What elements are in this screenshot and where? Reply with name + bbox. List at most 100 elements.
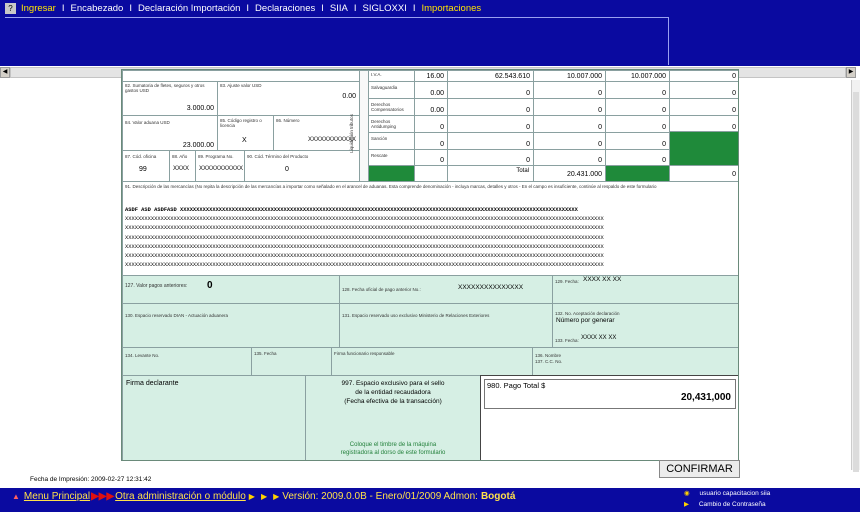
tax-base-value[interactable]: 0: [526, 107, 530, 114]
firma-declarante-label: Firma declarante: [126, 380, 179, 387]
field-133-label: 133. Fecha:: [555, 338, 579, 343]
tax-paid-value[interactable]: 0: [662, 141, 666, 148]
field-83: 83. Ajuste valor USD 0.00: [217, 81, 360, 116]
tax-name-value: Sanción: [371, 136, 388, 141]
description-line: XXXXXXXXXXXXXXXXXXXXXXXXXXXXXXXXXXXXXXXX…: [125, 216, 604, 223]
nav-item-declaraciones[interactable]: Declaraciones: [255, 3, 315, 14]
field-131: 131. Espacio reservado uso exclusivo Min…: [339, 303, 553, 348]
total-payment-box: 980. Pago Total $ 20,431,000: [484, 379, 736, 409]
scroll-right-icon[interactable]: ▶: [846, 67, 856, 78]
tax-paid-value[interactable]: 10.007.000: [631, 73, 666, 80]
tax-base-value[interactable]: 0: [526, 157, 530, 164]
tax-liq-value[interactable]: 0: [598, 124, 602, 131]
tax-other-value[interactable]: 0: [732, 90, 736, 97]
field-84-value[interactable]: 23.000.00: [183, 142, 214, 149]
nav-item-ingresar[interactable]: Ingresar: [21, 3, 56, 14]
field-129-value[interactable]: XXXX XX XX: [583, 276, 621, 283]
tax-name-value: Rescate: [371, 153, 388, 158]
other-module-link[interactable]: Otra administración o módulo: [115, 491, 246, 502]
tax-rate-value[interactable]: 0.00: [430, 107, 444, 114]
field-133-value[interactable]: XXXX XX XX: [581, 335, 616, 341]
tax-base-value[interactable]: 62.543.610: [495, 73, 530, 80]
user-name[interactable]: usuario capacitacion siia: [699, 490, 770, 497]
tax-liq-value[interactable]: 0: [598, 141, 602, 148]
tax-cell-paid: 0: [605, 149, 670, 166]
field-980-value[interactable]: 20,431,000: [681, 392, 731, 403]
change-password-link[interactable]: Cambio de Contraseña: [699, 501, 766, 508]
description-text[interactable]: ASDF ASD ASDFASD XXXXXXXXXXXXXXXXXXXXXXX…: [125, 206, 735, 270]
field-132-label: 132. No. Aceptación declaración: [555, 311, 620, 316]
nav-item-declaracion-importacion[interactable]: Declaración Importación: [138, 3, 240, 14]
declaration-form: I.V.A. 16.00 62.543.610 10.007.000 10.007.00…: [121, 69, 739, 461]
tax-liq-value[interactable]: 0: [598, 90, 602, 97]
nav-separator: I: [246, 2, 250, 14]
field-83-value[interactable]: 0.00: [342, 93, 356, 100]
tax-liq-value[interactable]: 10.007.000: [567, 73, 602, 80]
tax-base-value[interactable]: 0: [526, 141, 530, 148]
field-89: 89. Programa No. XXXXXXXXXXX: [195, 150, 245, 182]
tax-rate-value[interactable]: 16.00: [426, 73, 444, 80]
tax-rate-value[interactable]: 0: [440, 157, 444, 164]
user-icon: ◉: [684, 490, 690, 497]
scroll-left-icon[interactable]: ◀: [0, 67, 10, 78]
firma-declarante: Firma declarante: [122, 375, 306, 460]
field-132-value[interactable]: Número por generar: [556, 317, 615, 324]
nav-item-importaciones[interactable]: Importaciones: [421, 3, 481, 14]
tax-other-value[interactable]: 0: [732, 107, 736, 114]
confirm-button[interactable]: CONFIRMAR: [659, 460, 740, 478]
field-129-label: 129. Fecha:: [555, 279, 579, 284]
tax-cell-liq: 0: [533, 81, 606, 99]
nav-separator: I: [412, 2, 416, 14]
tax-cell-paid: 0: [605, 115, 670, 133]
tax-cell-liq: 0: [533, 98, 606, 116]
tax-cell-paid: 0: [605, 81, 670, 99]
tax-cell-name: Rescate: [368, 149, 415, 166]
tax-paid-value[interactable]: 0: [662, 107, 666, 114]
field-128-value[interactable]: XXXXXXXXXXXXXXX: [458, 284, 523, 291]
help-icon[interactable]: ?: [5, 2, 16, 14]
field-128: 128. Fecha oficial de pago anterior No.:…: [339, 275, 553, 304]
tax-base-value[interactable]: 0: [526, 90, 530, 97]
footer-bar: ▲ Menu Principal ▶▶▶ Otra administración…: [0, 488, 860, 512]
total-green-cell: [368, 165, 415, 182]
total-label: Total: [516, 168, 529, 174]
tax-other-value[interactable]: 0: [732, 124, 736, 131]
tax-cell-rate: 0: [414, 149, 448, 166]
vertical-scrollbar[interactable]: [851, 80, 860, 472]
field-82-value[interactable]: 3.000.00: [187, 105, 214, 112]
tax-rate-value[interactable]: 0: [440, 124, 444, 131]
arrow-icon: ▶: [273, 492, 280, 501]
tax-paid-value[interactable]: 0: [662, 90, 666, 97]
menu-principal-link[interactable]: Menu Principal: [24, 491, 90, 502]
tax-other-value[interactable]: 0: [732, 73, 736, 80]
tax-cell-name: Sanción: [368, 132, 415, 150]
description-line: XXXXXXXXXXXXXXXXXXXXXXXXXXXXXXXXXXXXXXXX…: [125, 243, 604, 250]
field-127-label: 127. Valor pagos anteriores:: [125, 283, 188, 289]
field-89-value[interactable]: XXXXXXXXXXX: [199, 166, 243, 172]
field-130: 130. Espacio reservado DIAN - Actuación …: [122, 303, 340, 348]
tax-paid-value[interactable]: 0: [662, 157, 666, 164]
nav-item-sigloxxi[interactable]: SIGLOXXI: [362, 3, 406, 14]
nav-item-encabezado[interactable]: Encabezado: [71, 3, 124, 14]
tax-paid-value[interactable]: 0: [662, 124, 666, 131]
tax-base-value[interactable]: 0: [526, 124, 530, 131]
tax-cell-base: 0: [447, 132, 534, 150]
field-87-label: 87. Cód. oficina: [125, 154, 157, 159]
field-85-value[interactable]: X: [242, 137, 247, 144]
field-90-value[interactable]: 0: [285, 166, 289, 173]
total-value[interactable]: 20.431.000: [567, 171, 602, 178]
vertical-scroll-thumb[interactable]: [853, 92, 859, 472]
tax-cell-name: Salvaguardia: [368, 81, 415, 99]
nav-item-siia[interactable]: SIIA: [330, 3, 348, 14]
tax-rate-value[interactable]: 0: [440, 141, 444, 148]
tax-liq-value[interactable]: 0: [598, 107, 602, 114]
field-88-value[interactable]: XXXX: [173, 166, 189, 172]
field-127-value[interactable]: 0: [207, 280, 213, 291]
total-other-value[interactable]: 0: [732, 171, 736, 178]
nav-separator: I: [129, 2, 132, 14]
tax-cell-liq: 0: [533, 115, 606, 133]
tax-liq-value[interactable]: 0: [598, 157, 602, 164]
arrows-icon: ▶▶▶: [91, 491, 115, 502]
field-87-value[interactable]: 99: [139, 166, 147, 173]
tax-rate-value[interactable]: 0.00: [430, 90, 444, 97]
